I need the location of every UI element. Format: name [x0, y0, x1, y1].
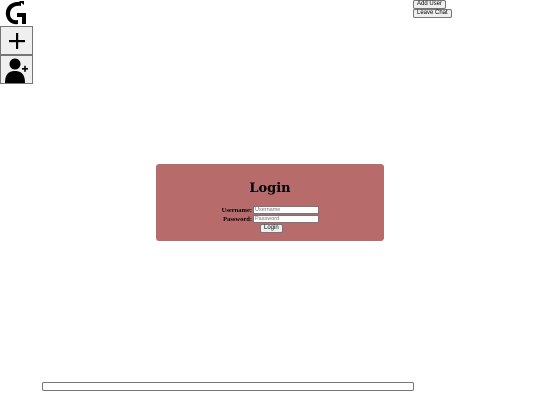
add-user-icon [4, 58, 28, 83]
username-label: Username: [221, 207, 252, 214]
leave-chat-button[interactable]: Leave Chat [413, 9, 452, 18]
login-button[interactable]: Login [260, 224, 283, 233]
g-logo-icon [4, 0, 30, 26]
username-row: Username: [156, 206, 384, 215]
message-input[interactable] [42, 382, 414, 391]
login-title: Login [249, 181, 291, 196]
password-label: Password: [223, 216, 252, 223]
new-chat-button[interactable] [0, 26, 33, 55]
add-user-icon-button[interactable] [0, 55, 33, 84]
plus-icon [8, 32, 25, 49]
chat-page: Add User Leave Chat Login Username: Pass… [0, 0, 540, 405]
username-input[interactable] [253, 206, 319, 214]
password-input[interactable] [253, 215, 319, 223]
login-panel: Login Username: Password: Login [156, 164, 384, 241]
password-row: Password: [156, 215, 384, 224]
add-user-button[interactable]: Add User [413, 0, 447, 9]
